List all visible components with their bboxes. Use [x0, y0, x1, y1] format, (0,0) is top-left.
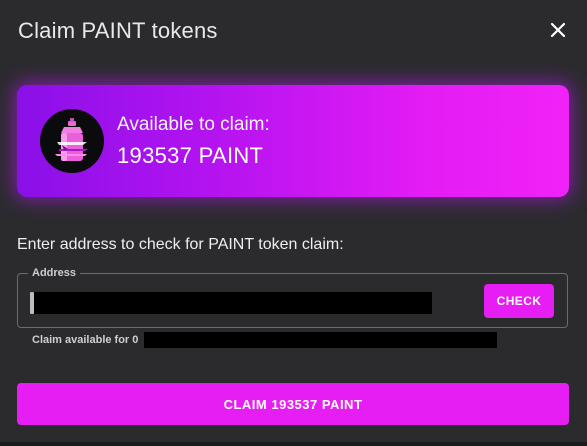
dialog-title: Claim PAINT tokens [18, 18, 218, 43]
bottom-edge [0, 442, 587, 446]
redacted-address [144, 332, 497, 348]
dialog-header: Claim PAINT tokens [18, 16, 571, 48]
claim-card-text: Available to claim: 193537 PAINT [117, 113, 270, 172]
close-icon[interactable] [547, 19, 569, 41]
available-amount: 193537 PAINT [117, 143, 264, 168]
available-label: Available to claim: [117, 114, 270, 135]
claim-status-text: Claim available for 0 [32, 334, 139, 346]
claim-status: Claim available for 0 [32, 332, 497, 348]
claim-button[interactable]: CLAIM 193537 PAINT [17, 383, 569, 425]
address-input-leading-char [30, 292, 34, 314]
address-field: Address CHECK [17, 266, 568, 328]
claim-dialog: Claim PAINT tokens Available to claim: 1… [0, 0, 587, 446]
address-input[interactable] [30, 292, 432, 314]
check-button[interactable]: CHECK [484, 284, 554, 318]
address-prompt: Enter address to check for PAINT token c… [17, 236, 344, 253]
address-label: Address [28, 266, 81, 280]
spray-paint-can-icon [40, 109, 104, 173]
available-claim-card: Available to claim: 193537 PAINT [17, 85, 569, 197]
